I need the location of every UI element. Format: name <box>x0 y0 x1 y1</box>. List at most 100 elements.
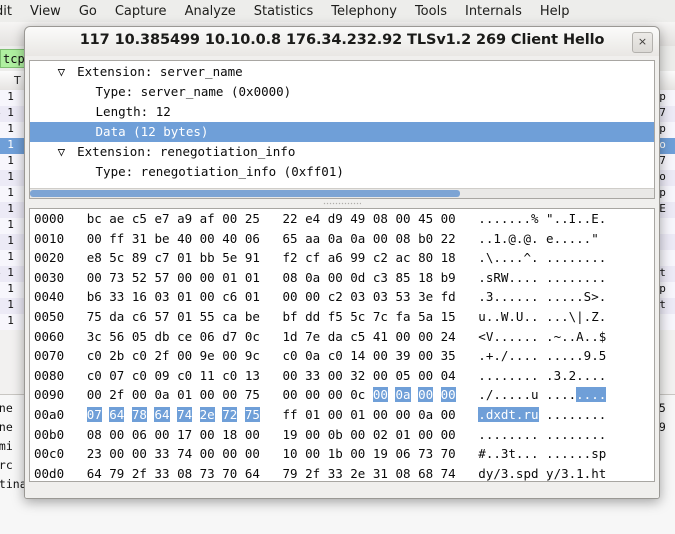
menu-item-dit[interactable]: dit <box>0 4 21 19</box>
hex-gap <box>539 211 547 226</box>
hex-byte: 23 <box>86 446 102 462</box>
tree-horizontal-scrollbar[interactable] <box>30 188 654 198</box>
tree-row[interactable]: ▽ Extension: renegotiation_info <box>30 142 654 162</box>
menu-item-capture[interactable]: Capture <box>106 4 176 19</box>
detail-row[interactable]: rne <box>0 420 13 434</box>
tree-row[interactable]: Type: renegotiation_info (0xff01) <box>30 162 654 182</box>
hex-byte: 00 <box>372 367 388 383</box>
hex-byte: 0a <box>327 230 343 246</box>
tree-row-label: Type: renegotiation_info (0xff01) <box>88 164 344 179</box>
hex-gap <box>298 407 306 422</box>
hex-byte: 00 <box>327 387 343 403</box>
ascii-char: .~..A..$ <box>546 328 607 344</box>
hex-byte: 11 <box>199 367 215 383</box>
detail-row[interactable]: urc <box>0 458 13 472</box>
tree-row[interactable]: Type: server_name (0x0000) <box>30 82 654 102</box>
hex-dump-row[interactable]: 0050 75 da c6 57 01 55 ca be bf dd f5 5c… <box>30 307 654 327</box>
hex-byte: 9e <box>199 348 215 364</box>
hex-byte: 00 <box>86 230 102 246</box>
detail-row[interactable]: smi <box>0 439 13 453</box>
hex-gap <box>260 329 275 344</box>
hex-byte: 00 <box>244 426 260 442</box>
hex-gap <box>275 231 283 246</box>
tree-row-label: Type: server_name (0x0000) <box>88 84 292 99</box>
hex-gap <box>275 407 283 422</box>
hex-dump-row[interactable]: 0080 c0 07 c0 09 c0 11 c0 13 00 33 00 32… <box>30 366 654 386</box>
chevron-down-icon[interactable] <box>76 82 88 102</box>
tree-row-selected[interactable]: Data (12 bytes) <box>30 122 654 142</box>
hex-gap <box>79 309 87 324</box>
pane-splitter[interactable] <box>29 199 655 208</box>
hex-byte: be <box>244 308 260 324</box>
hex-dump-row[interactable]: 0090 00 2f 00 0a 01 00 00 75 00 00 00 0c… <box>30 385 654 405</box>
hex-byte: c0 <box>222 367 238 383</box>
tree-row[interactable]: ▽ Extension: server_name <box>30 62 654 82</box>
hex-byte: 0c <box>350 387 366 403</box>
menu-item-analyze[interactable]: Analyze <box>176 4 245 19</box>
hex-dump-row[interactable]: 00c0 23 00 00 33 74 00 00 00 10 00 1b 00… <box>30 444 654 464</box>
detail-row[interactable]: rne <box>0 401 13 415</box>
hex-dump-row[interactable]: 00a0 07 64 78 64 74 2e 72 75 ff 01 00 01… <box>30 405 654 425</box>
menu-item-tools[interactable]: Tools <box>406 4 456 19</box>
chevron-down-icon[interactable]: ▽ <box>58 142 70 162</box>
menu-item-view[interactable]: View <box>21 4 70 19</box>
hex-gap <box>433 407 441 422</box>
hex-byte: 64 <box>244 465 260 481</box>
hex-dump-row[interactable]: 0070 c0 2b c0 2f 00 9e 00 9c c0 0a c0 14… <box>30 346 654 366</box>
hex-gap <box>275 368 283 383</box>
hex-gap <box>237 329 245 344</box>
hex-byte: 00 <box>131 446 147 462</box>
hex-dump-row[interactable]: 0030 00 73 52 57 00 00 01 01 08 0a 00 0d… <box>30 268 654 288</box>
hex-dump-row[interactable]: 0040 b6 33 16 03 01 00 c6 01 00 00 c2 03… <box>30 287 654 307</box>
chevron-down-icon[interactable] <box>76 122 88 142</box>
hex-byte: 3e <box>418 289 434 305</box>
hex-byte: 00 <box>109 446 125 462</box>
ascii-char: #..3t... <box>478 446 539 462</box>
hex-gap <box>124 211 132 226</box>
hex-gap <box>365 446 373 461</box>
hex-byte: 00 <box>199 387 215 403</box>
close-icon[interactable]: × <box>632 32 653 53</box>
hex-dump-row[interactable]: 0020 e8 5c 89 c7 01 bb 5e 91 f2 cf a6 99… <box>30 248 654 268</box>
hex-byte: 99 <box>350 250 366 266</box>
hex-gap <box>456 289 479 304</box>
hex-gap <box>260 309 275 324</box>
menu-item-help[interactable]: Help <box>531 4 579 19</box>
packet-number: 8 1 <box>0 154 14 167</box>
chevron-down-icon[interactable] <box>76 162 88 182</box>
column-header-time: T <box>14 74 21 87</box>
hex-gap <box>237 387 245 402</box>
hex-byte: 00 <box>350 446 366 462</box>
hex-gap <box>539 250 547 265</box>
hex-byte: c0 <box>131 348 147 364</box>
tree-row[interactable]: Length: 12 <box>30 102 654 122</box>
hex-byte: 33 <box>305 367 321 383</box>
menu-item-statistics[interactable]: Statistics <box>245 4 322 19</box>
hex-gap <box>170 270 178 285</box>
chevron-down-icon[interactable]: ▽ <box>58 62 70 82</box>
protocol-tree-pane[interactable]: ▽ Extension: server_name Type: server_na… <box>29 60 655 199</box>
hex-gap <box>411 387 419 402</box>
hex-byte: 08 <box>395 230 411 246</box>
menu-item-internals[interactable]: Internals <box>456 4 531 19</box>
hex-byte: 00 <box>199 289 215 305</box>
hex-byte: 1b <box>327 446 343 462</box>
hex-dump-row[interactable]: 0000 bc ae c5 e7 a9 af 00 25 22 e4 d9 49… <box>30 209 654 229</box>
ascii-char: ..1.@.@. <box>478 230 539 246</box>
hex-dump-row[interactable]: 00b0 08 00 06 00 17 00 18 00 19 00 0b 00… <box>30 425 654 445</box>
hex-gap <box>124 407 132 422</box>
menu-item-go[interactable]: Go <box>70 4 106 19</box>
ascii-char: ........ <box>546 406 607 422</box>
screen: ditViewGoCaptureAnalyzeStatisticsTelepho… <box>0 0 675 534</box>
hex-dump-pane[interactable]: 0000 bc ae c5 e7 a9 af 00 25 22 e4 d9 49… <box>29 208 655 482</box>
hex-gap <box>79 250 87 265</box>
hex-dump-row[interactable]: 0010 00 ff 31 be 40 00 40 06 65 aa 0a 0a… <box>30 229 654 249</box>
hex-byte: 00 <box>418 367 434 383</box>
chevron-down-icon[interactable] <box>76 102 88 122</box>
scrollbar-thumb[interactable] <box>30 190 460 197</box>
menu-item-telephony[interactable]: Telephony <box>322 4 406 19</box>
dialog-title-bar[interactable]: 117 10.385499 10.10.0.8 176.34.232.92 TL… <box>25 27 659 57</box>
hex-dump-row[interactable]: 0060 3c 56 05 db ce 06 d7 0c 1d 7e da c5… <box>30 327 654 347</box>
hex-dump-row[interactable]: 00d0 64 79 2f 33 08 73 70 64 79 2f 33 2e… <box>30 464 654 481</box>
hex-byte: ce <box>177 328 193 344</box>
